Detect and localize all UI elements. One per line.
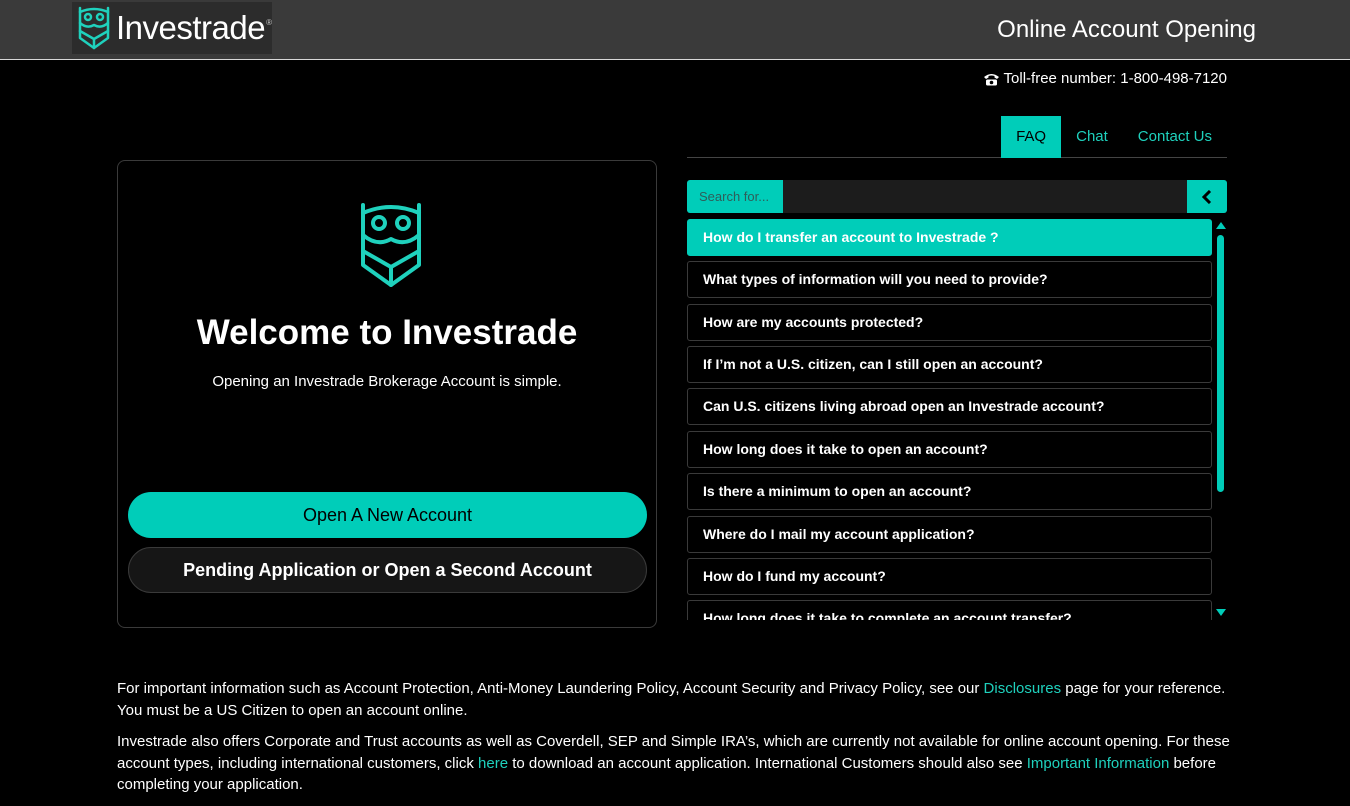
help-tabs: FAQ Chat Contact Us — [687, 116, 1227, 158]
footer-text: For important information such as Accoun… — [117, 680, 984, 697]
open-new-account-button[interactable]: Open A New Account — [128, 492, 647, 538]
disclosures-paragraph: For important information such as Accoun… — [117, 678, 1232, 721]
faq-item[interactable]: Is there a minimum to open an account? — [687, 473, 1212, 510]
faq-item[interactable]: Where do I mail my account application? — [687, 516, 1212, 553]
pending-application-button[interactable]: Pending Application or Open a Second Acc… — [128, 547, 647, 593]
faq-panel: How do I transfer an account to Investra… — [687, 180, 1227, 620]
faq-item[interactable]: If I’m not a U.S. citizen, can I still o… — [687, 346, 1212, 383]
owl-logo-icon — [361, 203, 421, 287]
top-header: Investrade ® Online Account Opening — [0, 0, 1350, 60]
faq-item[interactable]: How long does it take to open an account… — [687, 431, 1212, 468]
phone-icon — [983, 73, 999, 85]
tab-list: FAQ Chat Contact Us — [1001, 116, 1227, 158]
faq-search-input[interactable] — [687, 180, 783, 213]
tab-contact-us[interactable]: Contact Us — [1123, 116, 1227, 158]
chevron-left-icon — [1202, 189, 1212, 204]
tab-chat[interactable]: Chat — [1061, 116, 1123, 158]
here-link[interactable]: here — [478, 755, 508, 772]
faq-item[interactable]: What types of information will you need … — [687, 261, 1212, 298]
page-title: Online Account Opening — [997, 16, 1256, 43]
scroll-thumb[interactable] — [1217, 235, 1224, 492]
registered-mark: ® — [266, 18, 272, 27]
faq-search-bar — [687, 180, 1227, 213]
faq-item[interactable]: How are my accounts protected? — [687, 304, 1212, 341]
faq-item[interactable]: How long does it take to complete an acc… — [687, 600, 1212, 620]
faq-item[interactable]: How do I transfer an account to Investra… — [687, 219, 1212, 256]
scroll-up-arrow-icon[interactable] — [1216, 222, 1226, 229]
scroll-down-arrow-icon[interactable] — [1216, 609, 1226, 616]
faq-list: How do I transfer an account to Investra… — [687, 219, 1212, 620]
tab-faq[interactable]: FAQ — [1001, 116, 1062, 158]
faq-scrollbar[interactable] — [1214, 219, 1227, 620]
disclosures-link[interactable]: Disclosures — [984, 680, 1062, 697]
search-toggle-button[interactable] — [1187, 180, 1227, 213]
account-types-paragraph: Investrade also offers Corporate and Tru… — [117, 731, 1232, 796]
owl-logo-icon — [78, 6, 110, 50]
important-information-link[interactable]: Important Information — [1027, 755, 1170, 772]
brand-name: Investrade — [116, 9, 266, 46]
footer-text: to download an account application. Inte… — [508, 754, 1027, 772]
welcome-subtitle: Opening an Investrade Brokerage Account … — [212, 373, 562, 390]
phone-text: Toll-free number: 1-800-498-7120 — [1003, 70, 1227, 87]
faq-item[interactable]: Can U.S. citizens living abroad open an … — [687, 388, 1212, 425]
brand-logo[interactable]: Investrade ® — [72, 2, 272, 54]
welcome-card: Welcome to Investrade Opening an Investr… — [117, 160, 657, 628]
toll-free-number: Toll-free number: 1-800-498-7120 — [983, 70, 1227, 87]
faq-item[interactable]: How do I fund my account? — [687, 558, 1212, 595]
welcome-title: Welcome to Investrade — [196, 313, 578, 352]
